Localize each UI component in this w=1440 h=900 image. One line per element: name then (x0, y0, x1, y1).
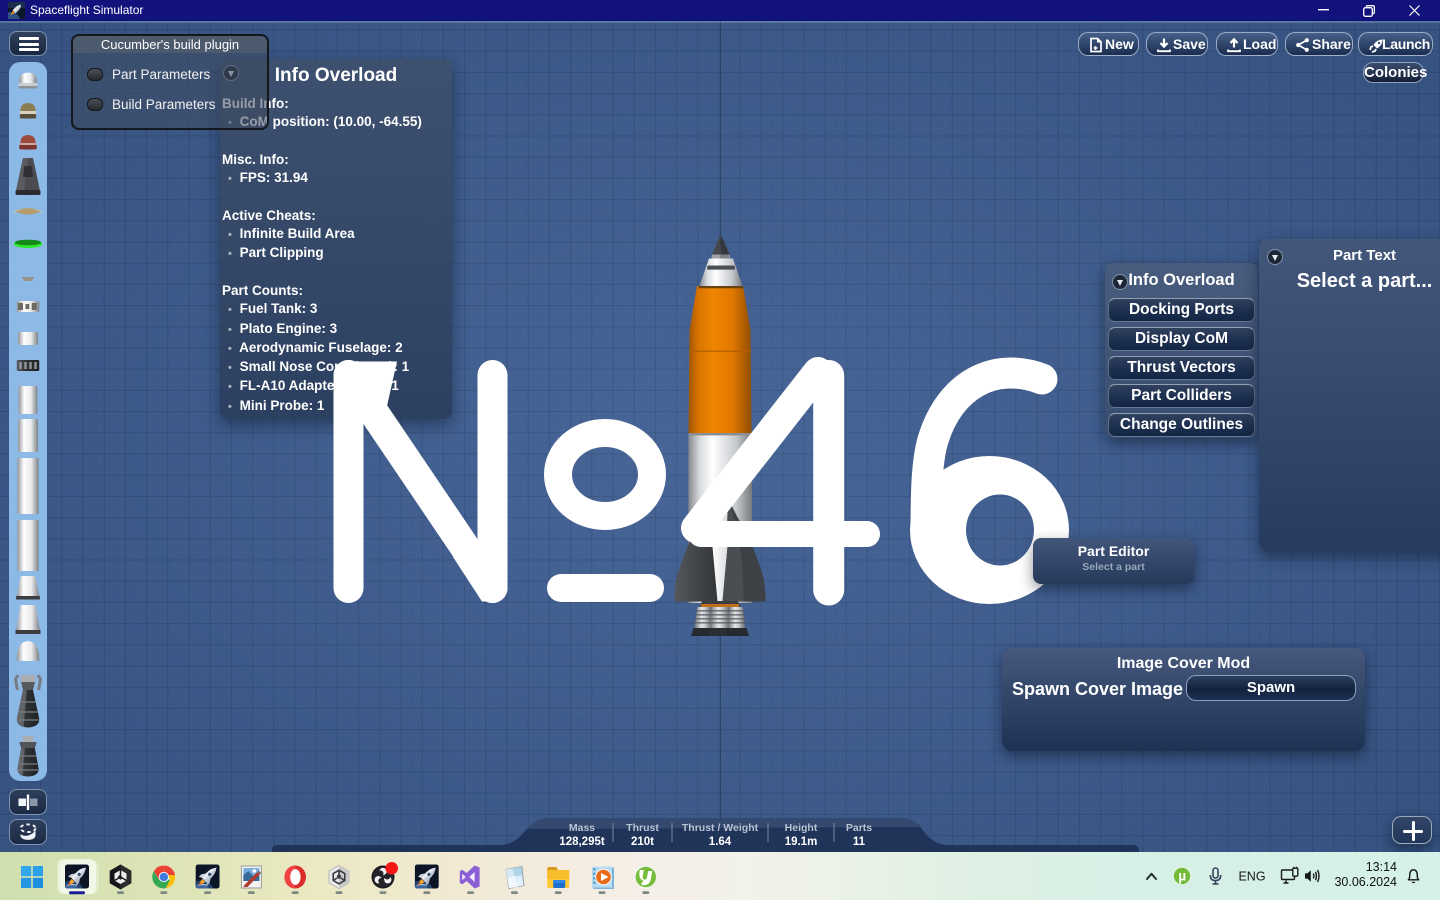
svg-text:13:14: 13:14 (1366, 860, 1397, 874)
svg-text:µ: µ (1178, 869, 1186, 884)
svg-text:ENG: ENG (1238, 870, 1265, 884)
svg-text:30.06.2024: 30.06.2024 (1334, 875, 1397, 889)
